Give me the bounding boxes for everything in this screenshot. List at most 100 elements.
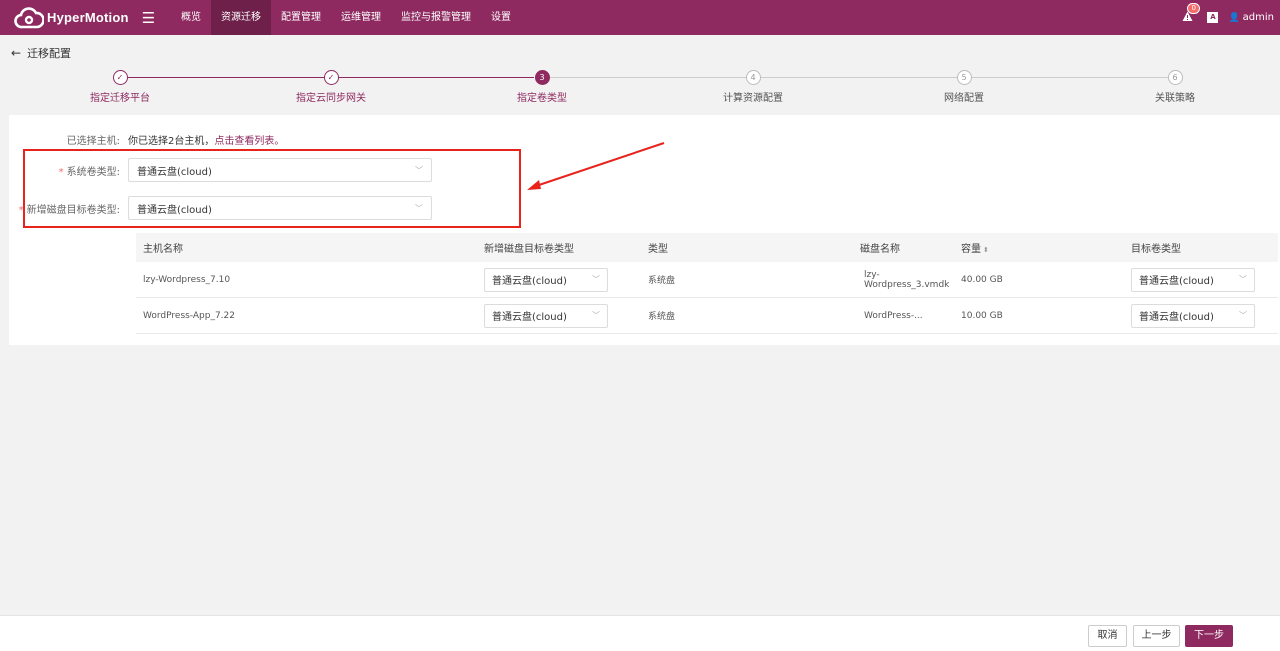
prev-step-button[interactable]: 上一步 (1133, 625, 1180, 647)
new-disk-volume-label-text: 新增磁盘目标卷类型: (26, 204, 120, 216)
page-header: ← 迁移配置 (11, 45, 71, 61)
step-3: 3 指定卷类型 (482, 70, 602, 104)
nav-item-config[interactable]: 配置管理 (271, 0, 331, 35)
step-label: 计算资源配置 (723, 93, 783, 104)
cell-type: 系统盘 (648, 276, 676, 286)
cancel-button[interactable]: 取消 (1088, 625, 1127, 647)
nav-item-overview[interactable]: 概览 (171, 0, 211, 35)
hamburger-menu-icon[interactable]: ☰ (136, 9, 161, 27)
cell-capacity: 10.00 GB (961, 310, 1003, 321)
next-step-button[interactable]: 下一步 (1185, 625, 1233, 647)
chevron-down-icon: ﹀ (415, 203, 423, 213)
nav-item-settings[interactable]: 设置 (481, 0, 521, 35)
back-arrow-icon[interactable]: ← (11, 46, 21, 60)
page-title: 迁移配置 (27, 47, 72, 60)
alert-count-badge: 0 (1187, 2, 1200, 14)
check-icon: ✓ (112, 70, 128, 85)
step-1: ✓ 指定迁移平台 (60, 70, 180, 104)
selected-hosts-text: 你已选择2台主机， (128, 136, 215, 147)
nav-item-migration[interactable]: 资源迁移 (211, 0, 271, 35)
select-value: 普通云盘(cloud) (492, 276, 567, 287)
step-label: 指定卷类型 (517, 93, 567, 104)
cell-host: lzy-Wordpress_7.10 (143, 274, 231, 285)
system-volume-select[interactable]: 普通云盘(cloud) ﹀ (128, 158, 432, 182)
col-host-name: 主机名称 (143, 244, 183, 255)
selected-hosts-label: 已选择主机: (66, 136, 120, 147)
alert-button[interactable]: 0 (1182, 2, 1200, 25)
nav-item-monitor[interactable]: 监控与报警管理 (391, 0, 481, 35)
step-number: 3 (534, 70, 550, 85)
step-number: 5 (956, 70, 972, 85)
sort-icon[interactable]: ⬍ (983, 246, 989, 254)
step-5: 5 网络配置 (904, 70, 1024, 104)
required-mark: * (58, 166, 64, 178)
cell-new-disk-type: 普通云盘(cloud) ﹀ (477, 303, 641, 328)
step-label: 指定迁移平台 (90, 93, 150, 104)
cell-host: WordPress-App_7.22 (143, 310, 235, 321)
user-name: admin (1242, 12, 1274, 23)
step-2: ✓ 指定云同步网关 (271, 70, 391, 104)
cell-disk: WordPress-... (864, 310, 923, 321)
required-mark: * (18, 204, 24, 216)
user-menu[interactable]: 👤 admin (1228, 12, 1274, 23)
view-list-link[interactable]: 点击查看列表。 (214, 132, 284, 147)
step-number: 4 (745, 70, 761, 85)
cell-new-disk-type: 普通云盘(cloud) ﹀ (477, 267, 641, 292)
language-icon[interactable]: A (1207, 12, 1219, 23)
table-header: 主机名称 新增磁盘目标卷类型 类型 磁盘名称 容量 ⬍ 目标卷类型 (136, 233, 1278, 262)
nav-item-ops[interactable]: 运维管理 (331, 0, 391, 35)
system-volume-value: 普通云盘(cloud) (137, 166, 212, 178)
col-disk-name: 磁盘名称 (860, 244, 900, 255)
cloud-logo-icon (14, 6, 44, 28)
chevron-down-icon: ﹀ (592, 275, 600, 284)
table-row: WordPress-App_7.22 普通云盘(cloud) ﹀ 系统盘 Wor… (136, 298, 1278, 334)
select-value: 普通云盘(cloud) (1139, 312, 1214, 323)
target-type-select[interactable]: 普通云盘(cloud) ﹀ (1131, 267, 1255, 292)
col-target-type: 目标卷类型 (1131, 244, 1181, 255)
new-disk-type-select[interactable]: 普通云盘(cloud) ﹀ (484, 303, 608, 328)
cell-capacity: 40.00 GB (961, 274, 1003, 285)
app-logo[interactable]: HyperMotion (0, 6, 136, 29)
main-nav: 概览 资源迁移 配置管理 运维管理 监控与报警管理 设置 (171, 0, 521, 35)
step-number: 6 (1167, 70, 1183, 85)
col-type: 类型 (648, 244, 668, 255)
selected-hosts-row: 已选择主机: 你已选择2台主机， 点击查看列表。 (9, 132, 285, 147)
system-volume-row: * 系统卷类型: 普通云盘(cloud) ﹀ (9, 158, 432, 182)
new-disk-volume-row: * 新增磁盘目标卷类型: 普通云盘(cloud) ﹀ (9, 196, 432, 220)
chevron-down-icon: ﹀ (1239, 275, 1247, 284)
footer-bar: 取消 上一步 下一步 (0, 615, 1280, 651)
new-disk-volume-select[interactable]: 普通云盘(cloud) ﹀ (128, 196, 432, 220)
chevron-down-icon: ﹀ (592, 311, 600, 320)
step-4: 4 计算资源配置 (693, 70, 813, 104)
target-type-select[interactable]: 普通云盘(cloud) ﹀ (1131, 303, 1255, 328)
col-new-disk-type: 新增磁盘目标卷类型 (484, 244, 574, 255)
volume-config-panel: 已选择主机: 你已选择2台主机， 点击查看列表。 * 系统卷类型: 普通云盘(cl… (9, 115, 1280, 345)
check-icon: ✓ (323, 70, 339, 85)
app-name: HyperMotion (47, 10, 129, 25)
system-volume-label: * 系统卷类型: (9, 163, 128, 178)
chevron-down-icon: ﹀ (415, 165, 423, 175)
cell-target-type: 普通云盘(cloud) ﹀ (1124, 303, 1278, 328)
new-disk-type-select[interactable]: 普通云盘(cloud) ﹀ (484, 267, 608, 292)
new-disk-volume-label: * 新增磁盘目标卷类型: (9, 201, 128, 216)
chevron-down-icon: ﹀ (1239, 311, 1247, 320)
new-disk-volume-value: 普通云盘(cloud) (137, 204, 212, 216)
top-right-tools: 0 A 👤 admin (1182, 0, 1280, 35)
col-capacity[interactable]: 容量 ⬍ (954, 240, 1124, 255)
host-disk-table: 主机名称 新增磁盘目标卷类型 类型 磁盘名称 容量 ⬍ 目标卷类型 lzy-Wor… (136, 233, 1278, 334)
select-value: 普通云盘(cloud) (1139, 276, 1214, 287)
user-icon: 👤 (1228, 12, 1240, 23)
step-label: 指定云同步网关 (296, 93, 366, 104)
step-label: 关联策略 (1155, 93, 1195, 104)
annotation-arrow-icon (527, 142, 665, 190)
step-6: 6 关联策略 (1115, 70, 1235, 104)
cell-target-type: 普通云盘(cloud) ﹀ (1124, 267, 1278, 292)
top-nav-bar: HyperMotion ☰ 概览 资源迁移 配置管理 运维管理 监控与报警管理 … (0, 0, 1280, 35)
table-row: lzy-Wordpress_7.10 普通云盘(cloud) ﹀ 系统盘 lzy… (136, 262, 1278, 298)
system-volume-label-text: 系统卷类型: (66, 166, 120, 178)
step-label: 网络配置 (944, 93, 984, 104)
col-capacity-label: 容量 (961, 244, 981, 255)
cell-type: 系统盘 (648, 312, 676, 322)
select-value: 普通云盘(cloud) (492, 312, 567, 323)
cell-disk: lzy-Wordpress_3.vmdk (864, 269, 950, 290)
